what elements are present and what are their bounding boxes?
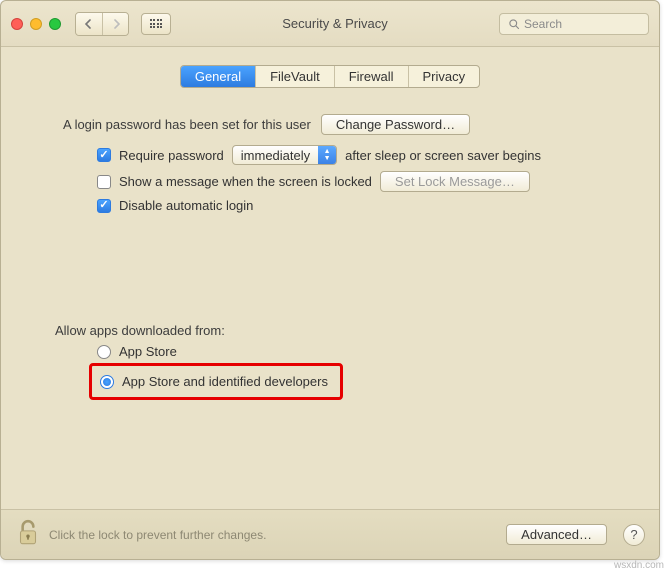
require-password-delay-select[interactable]: immediately ▲▼: [232, 145, 337, 165]
advanced-button[interactable]: Advanced…: [506, 524, 607, 545]
search-placeholder: Search: [524, 17, 562, 31]
allow-apps-identified-label: App Store and identified developers: [122, 374, 328, 389]
allow-apps-appstore-row: App Store: [97, 344, 623, 359]
tab-group: General FileVault Firewall Privacy: [180, 65, 480, 88]
search-input[interactable]: Search: [499, 13, 649, 35]
close-window-icon[interactable]: [11, 18, 23, 30]
watermark: wsxdn.com: [614, 560, 664, 571]
allow-apps-identified-row: App Store and identified developers: [100, 374, 328, 389]
footer: Click the lock to prevent further change…: [1, 509, 659, 559]
change-password-button[interactable]: Change Password…: [321, 114, 470, 135]
content-area: A login password has been set for this u…: [1, 88, 659, 410]
disable-auto-login-checkbox[interactable]: ✓: [97, 199, 111, 213]
show-all-button[interactable]: [141, 13, 171, 35]
require-password-row: ✓ Require password immediately ▲▼ after …: [97, 145, 623, 165]
show-message-label: Show a message when the screen is locked: [119, 174, 372, 189]
disable-auto-login-label: Disable automatic login: [119, 198, 253, 213]
tab-firewall[interactable]: Firewall: [334, 66, 408, 87]
tab-bar: General FileVault Firewall Privacy: [1, 65, 659, 88]
tab-privacy[interactable]: Privacy: [408, 66, 480, 87]
require-password-checkbox[interactable]: ✓: [97, 148, 111, 162]
login-password-row: A login password has been set for this u…: [63, 110, 623, 139]
lock-area[interactable]: Click the lock to prevent further change…: [15, 518, 496, 551]
allow-apps-appstore-radio[interactable]: [97, 345, 111, 359]
check-icon: ✓: [99, 200, 108, 211]
help-button[interactable]: ?: [623, 524, 645, 546]
radio-dot-icon: [103, 378, 111, 386]
require-password-label-before: Require password: [119, 148, 224, 163]
window-controls: [11, 18, 61, 30]
minimize-window-icon[interactable]: [30, 18, 42, 30]
lock-text: Click the lock to prevent further change…: [49, 528, 266, 542]
search-icon: [508, 18, 520, 30]
grid-icon: [150, 19, 163, 28]
titlebar: Security & Privacy Search: [1, 1, 659, 47]
show-message-row: Show a message when the screen is locked…: [97, 171, 623, 192]
require-password-label-after: after sleep or screen saver begins: [345, 148, 541, 163]
tab-general[interactable]: General: [181, 66, 255, 87]
select-value: immediately: [233, 148, 318, 163]
disable-auto-login-row: ✓ Disable automatic login: [97, 198, 623, 213]
check-icon: ✓: [99, 150, 108, 161]
forward-button[interactable]: [102, 13, 128, 35]
back-button[interactable]: [76, 13, 102, 35]
nav-back-forward: [75, 12, 129, 36]
zoom-window-icon[interactable]: [49, 18, 61, 30]
allow-apps-appstore-label: App Store: [119, 344, 177, 359]
allow-apps-heading: Allow apps downloaded from:: [55, 323, 623, 338]
login-password-text: A login password has been set for this u…: [63, 117, 311, 132]
allow-apps-identified-radio[interactable]: [100, 375, 114, 389]
set-lock-message-button[interactable]: Set Lock Message…: [380, 171, 530, 192]
tab-filevault[interactable]: FileVault: [255, 66, 334, 87]
chevron-updown-icon: ▲▼: [318, 146, 336, 164]
window-title: Security & Privacy: [179, 16, 491, 31]
security-privacy-window: Security & Privacy Search General FileVa…: [0, 0, 660, 560]
show-message-checkbox[interactable]: [97, 175, 111, 189]
highlighted-selection: App Store and identified developers: [89, 363, 343, 400]
lock-icon: [15, 518, 41, 551]
